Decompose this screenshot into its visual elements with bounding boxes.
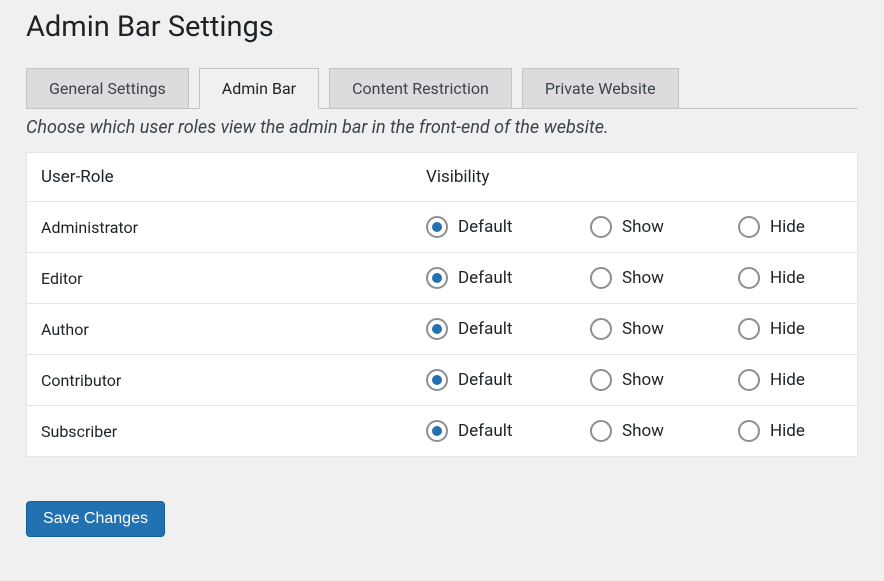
role-label: Author [41,320,426,339]
radio-default[interactable] [426,216,448,238]
role-visibility-table: User-Role Visibility Administrator Defau… [26,152,858,457]
option-label: Show [622,319,664,339]
radio-hide[interactable] [738,216,760,238]
visibility-options: Default Show Hide [426,420,843,442]
role-label: Administrator [41,218,426,237]
table-row: Subscriber Default Show Hide [27,406,857,456]
option-label: Show [622,217,664,237]
option-label: Default [458,370,512,390]
option-label: Hide [770,421,805,441]
visibility-option-show[interactable]: Show [590,216,738,238]
option-label: Default [458,217,512,237]
role-label: Contributor [41,371,426,390]
page-subtitle: Choose which user roles view the admin b… [26,117,858,138]
radio-default[interactable] [426,318,448,340]
visibility-option-default[interactable]: Default [426,318,590,340]
radio-show[interactable] [590,369,612,391]
visibility-option-default[interactable]: Default [426,420,590,442]
page-title: Admin Bar Settings [26,10,858,44]
radio-hide[interactable] [738,318,760,340]
table-header: User-Role Visibility [27,153,857,202]
visibility-options: Default Show Hide [426,216,843,238]
radio-show[interactable] [590,420,612,442]
visibility-option-hide[interactable]: Hide [738,369,805,391]
radio-show[interactable] [590,318,612,340]
option-label: Default [458,421,512,441]
table-row: Author Default Show Hide [27,304,857,355]
tab-content-restriction[interactable]: Content Restriction [329,68,512,109]
visibility-option-hide[interactable]: Hide [738,216,805,238]
visibility-option-default[interactable]: Default [426,267,590,289]
visibility-options: Default Show Hide [426,267,843,289]
radio-hide[interactable] [738,267,760,289]
radio-show[interactable] [590,267,612,289]
tab-private-website[interactable]: Private Website [522,68,679,109]
option-label: Default [458,319,512,339]
radio-default[interactable] [426,369,448,391]
visibility-options: Default Show Hide [426,318,843,340]
option-label: Hide [770,370,805,390]
visibility-options: Default Show Hide [426,369,843,391]
visibility-option-show[interactable]: Show [590,420,738,442]
visibility-option-default[interactable]: Default [426,369,590,391]
visibility-option-hide[interactable]: Hide [738,420,805,442]
visibility-option-show[interactable]: Show [590,369,738,391]
table-row: Editor Default Show Hide [27,253,857,304]
role-label: Editor [41,269,426,288]
role-label: Subscriber [41,422,426,441]
radio-hide[interactable] [738,369,760,391]
option-label: Hide [770,217,805,237]
radio-show[interactable] [590,216,612,238]
radio-hide[interactable] [738,420,760,442]
radio-default[interactable] [426,420,448,442]
option-label: Default [458,268,512,288]
tab-general-settings[interactable]: General Settings [26,68,189,109]
option-label: Show [622,421,664,441]
visibility-option-show[interactable]: Show [590,267,738,289]
tabs-nav: General Settings Admin Bar Content Restr… [26,68,858,109]
option-label: Show [622,268,664,288]
tab-admin-bar[interactable]: Admin Bar [199,68,319,109]
option-label: Show [622,370,664,390]
table-row: Administrator Default Show Hide [27,202,857,253]
save-changes-button[interactable]: Save Changes [26,501,165,537]
option-label: Hide [770,268,805,288]
header-visibility: Visibility [426,167,843,187]
visibility-option-default[interactable]: Default [426,216,590,238]
visibility-option-hide[interactable]: Hide [738,318,805,340]
visibility-option-show[interactable]: Show [590,318,738,340]
table-row: Contributor Default Show Hide [27,355,857,406]
visibility-option-hide[interactable]: Hide [738,267,805,289]
header-user-role: User-Role [41,167,426,187]
option-label: Hide [770,319,805,339]
radio-default[interactable] [426,267,448,289]
